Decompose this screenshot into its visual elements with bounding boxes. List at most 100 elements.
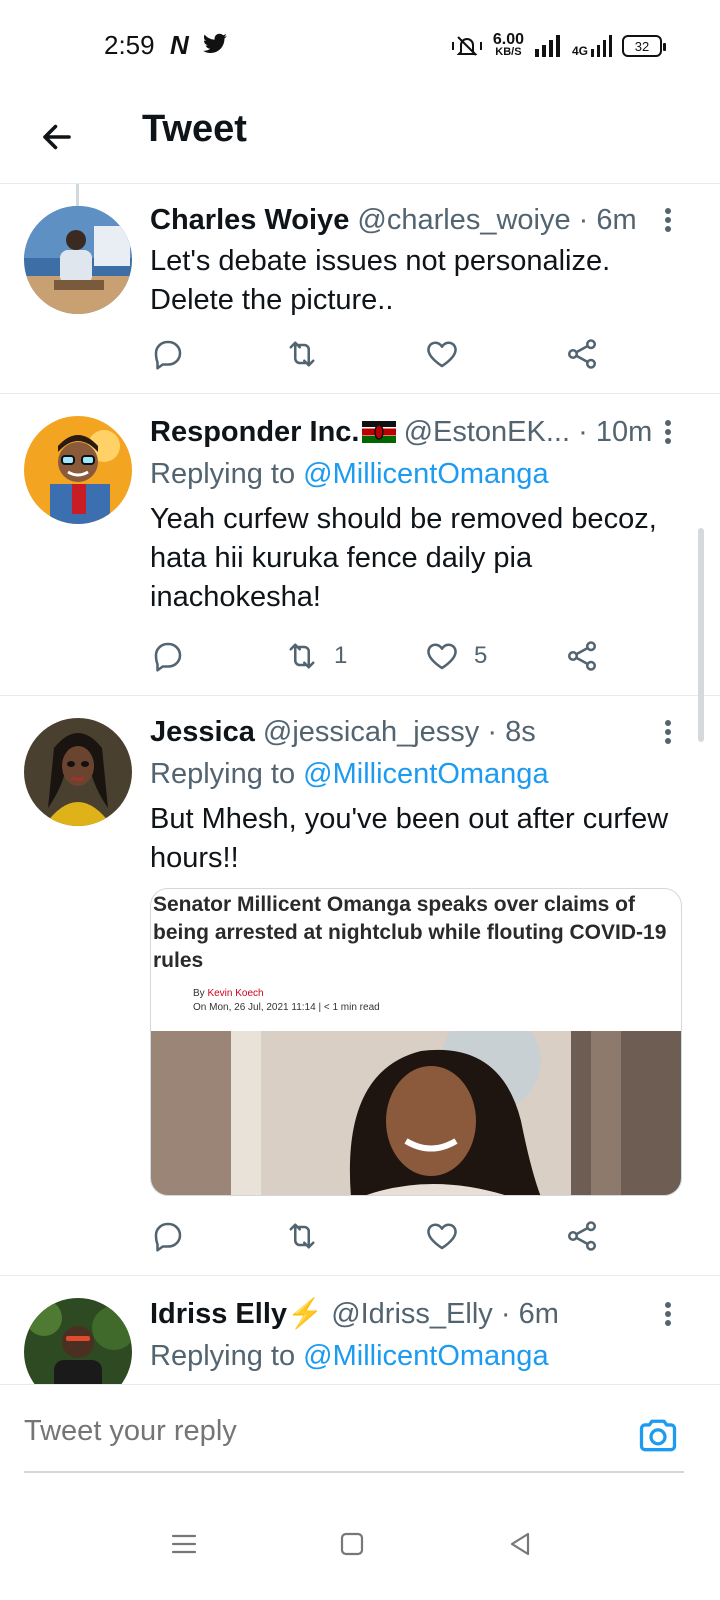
netflix-notification-icon: N (170, 30, 189, 60)
reply-icon (154, 340, 182, 370)
home-square-icon (340, 1532, 364, 1556)
tweet-time[interactable]: 6m (519, 1298, 559, 1330)
mention-link[interactable]: @MillicentOmanga (303, 758, 548, 790)
avatar[interactable] (24, 718, 132, 826)
tweet-time[interactable]: 8s (505, 716, 536, 748)
share-icon (567, 1221, 597, 1251)
tweet-responder-inc[interactable]: Responder Inc. @EstonEK... · 10m Replyin… (0, 394, 720, 696)
tweet-header: Idriss Elly⚡ @Idriss_Elly · 6m (150, 1296, 690, 1332)
status-bar: 2:59 N 6.00 KB/S 4G 32 (0, 0, 720, 92)
system-navigation-bar (0, 1488, 720, 1600)
replying-to: Replying to @MillicentOmanga (150, 458, 549, 490)
network-speed: 6.00 KB/S (492, 31, 524, 59)
retweet-button[interactable] (284, 334, 320, 374)
avatar[interactable] (24, 206, 132, 314)
network-type-label: 4G (571, 44, 588, 58)
reply-button[interactable] (150, 636, 186, 676)
share-icon (567, 641, 597, 671)
share-button[interactable] (564, 334, 600, 374)
reply-icon (154, 1222, 182, 1252)
tweet-actions (150, 1216, 620, 1256)
tweet-text: But Mhesh, you've been out after curfew … (150, 803, 669, 874)
user-handle[interactable]: @charles_woiye (357, 204, 570, 236)
top-app-bar: Tweet (0, 92, 720, 184)
avatar[interactable] (24, 416, 132, 524)
separator: · (487, 716, 498, 748)
retweet-button[interactable]: 1 (284, 636, 347, 676)
replying-to: Replying to @MillicentOmanga (150, 758, 549, 790)
system-back-button[interactable] (500, 1524, 540, 1564)
separator: · (578, 416, 588, 448)
retweet-icon (289, 1223, 315, 1249)
replying-to: Replying to @MillicentOmanga (150, 1340, 549, 1372)
tweet-charles-woiye[interactable]: Charles Woiye @charles_woiye · 6m Let's … (0, 184, 720, 394)
display-name[interactable]: Jessica (150, 716, 255, 748)
reply-icon (154, 642, 182, 672)
more-options-button[interactable] (656, 202, 680, 238)
card-byline: By Kevin Koech On Mon, 26 Jul, 2021 11:1… (193, 988, 380, 1013)
camera-icon (639, 1419, 677, 1452)
tweet-header: Responder Inc. @EstonEK... · 10m (150, 414, 690, 450)
mention-link[interactable]: @MillicentOmanga (303, 458, 548, 490)
tweet-actions: 1 5 (150, 636, 620, 676)
tweet-jessica[interactable]: Jessica @jessicah_jessy · 8s Replying to… (0, 696, 720, 1276)
lightning-emoji: ⚡ (287, 1298, 324, 1330)
tweet-text: Let's debate issues not personalize. Del… (150, 245, 611, 316)
user-handle[interactable]: @EstonEK... (404, 416, 570, 448)
card-headline: Senator Millicent Omanga speaks over cla… (153, 893, 667, 972)
like-count: 5 (474, 642, 488, 669)
more-options-button[interactable] (656, 714, 680, 750)
status-time: 2:59 (104, 30, 155, 60)
heart-icon (427, 643, 457, 670)
tweet-actions (150, 334, 620, 374)
signal-2-icon (591, 35, 612, 57)
input-underline (24, 1471, 684, 1473)
mention-link[interactable]: @MillicentOmanga (303, 1340, 548, 1372)
more-options-button[interactable] (656, 414, 680, 450)
menu-button[interactable] (164, 1524, 204, 1564)
tweet-text: Yeah curfew should be removed becoz, hat… (150, 503, 657, 613)
reply-button[interactable] (150, 1216, 186, 1256)
share-button[interactable] (564, 1216, 600, 1256)
display-name[interactable]: Responder Inc. (150, 416, 360, 448)
retweet-button[interactable] (284, 1216, 320, 1256)
display-name[interactable]: Charles Woiye (150, 204, 349, 236)
like-button[interactable] (424, 1216, 460, 1256)
like-button[interactable] (424, 334, 460, 374)
tweet-time[interactable]: 10m (596, 416, 652, 448)
back-triangle-icon (510, 1532, 530, 1556)
avatar[interactable] (24, 1298, 132, 1384)
share-button[interactable] (564, 636, 600, 676)
reply-input[interactable] (24, 1415, 584, 1448)
retweet-icon (289, 643, 315, 669)
article-photo (151, 1031, 681, 1195)
signal-icon (534, 35, 560, 57)
tweet-time[interactable]: 6m (596, 204, 636, 236)
separator: · (500, 1298, 511, 1330)
reply-button[interactable] (150, 334, 186, 374)
tweet-header: Charles Woiye @charles_woiye · 6m (150, 202, 690, 238)
mute-vibrate-icon (451, 36, 482, 56)
arrow-left-icon (43, 124, 71, 150)
battery-icon: 32 (622, 35, 666, 57)
heart-icon (427, 341, 457, 368)
twitter-notification-icon (203, 33, 227, 53)
user-handle[interactable]: @jessicah_jessy (263, 716, 479, 748)
like-button[interactable]: 5 (424, 636, 487, 676)
page-title: Tweet (142, 108, 247, 150)
separator: · (578, 204, 589, 236)
menu-icon (171, 1534, 197, 1554)
retweet-count: 1 (334, 642, 348, 669)
back-button[interactable] (30, 110, 84, 164)
share-icon (567, 339, 597, 369)
tweet-idriss-elly[interactable]: Idriss Elly⚡ @Idriss_Elly · 6m Replying … (0, 1276, 720, 1384)
more-options-button[interactable] (656, 1296, 680, 1332)
display-name[interactable]: Idriss Elly (150, 1298, 287, 1330)
retweet-icon (289, 341, 315, 367)
user-handle[interactable]: @Idriss_Elly (331, 1298, 493, 1330)
home-button[interactable] (332, 1524, 372, 1564)
camera-button[interactable] (636, 1413, 680, 1457)
heart-icon (427, 1223, 457, 1250)
embedded-image-card[interactable]: Senator Millicent Omanga speaks over cla… (150, 888, 682, 1196)
kenya-flag-icon (361, 421, 396, 443)
